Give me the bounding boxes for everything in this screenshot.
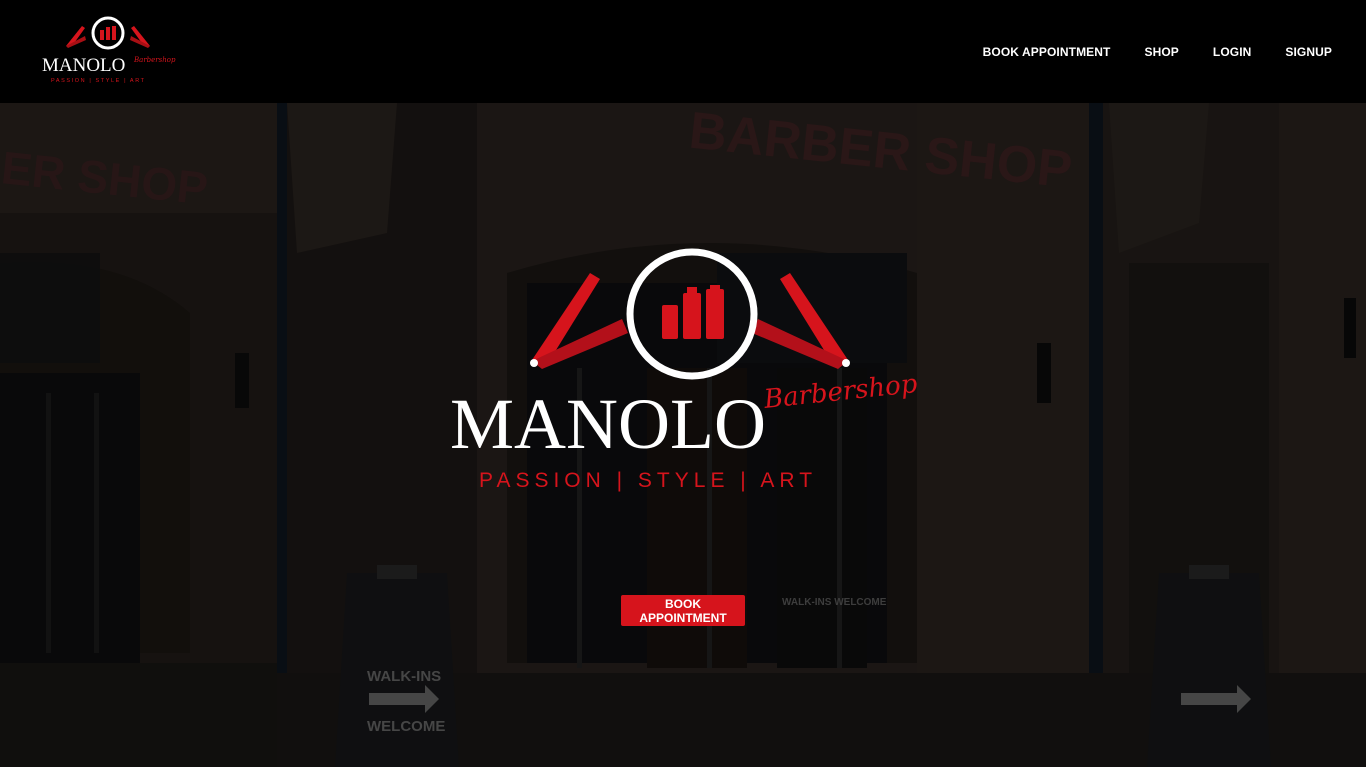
brand-logo[interactable]: MANOLO Barbershop PASSION | STYLE | ART <box>38 12 178 88</box>
nav-signup[interactable]: SIGNUP <box>1285 45 1332 59</box>
nav-login[interactable]: LOGIN <box>1213 45 1252 59</box>
nav-book-appointment[interactable]: BOOK APPOINTMENT <box>983 45 1111 59</box>
hero-brand-name: MANOLO <box>450 384 766 464</box>
hero-section: ER SHOP BARBER SHOP WALK-INS WELCOME WAL… <box>0 103 1366 767</box>
site-header: MANOLO Barbershop PASSION | STYLE | ART … <box>0 0 1366 103</box>
right-razor-icon <box>752 273 850 369</box>
hero-brand-script: Barbershop <box>762 369 920 415</box>
brand-logo-script: Barbershop <box>133 56 176 64</box>
barber-products-icon <box>662 285 724 339</box>
nav-shop[interactable]: SHOP <box>1144 45 1178 59</box>
brand-logo-name: MANOLO <box>42 55 125 76</box>
book-appointment-button[interactable]: BOOK APPOINTMENT <box>621 595 745 626</box>
hero-logo: MANOLO Barbershop PASSION | STYLE | ART <box>450 248 920 492</box>
brand-logo-tagline: PASSION | STYLE | ART <box>51 78 146 84</box>
hero-tagline: PASSION | STYLE | ART <box>479 469 817 492</box>
left-razor-icon <box>530 273 628 369</box>
main-nav: BOOK APPOINTMENT SHOP LOGIN SIGNUP <box>983 0 1366 103</box>
